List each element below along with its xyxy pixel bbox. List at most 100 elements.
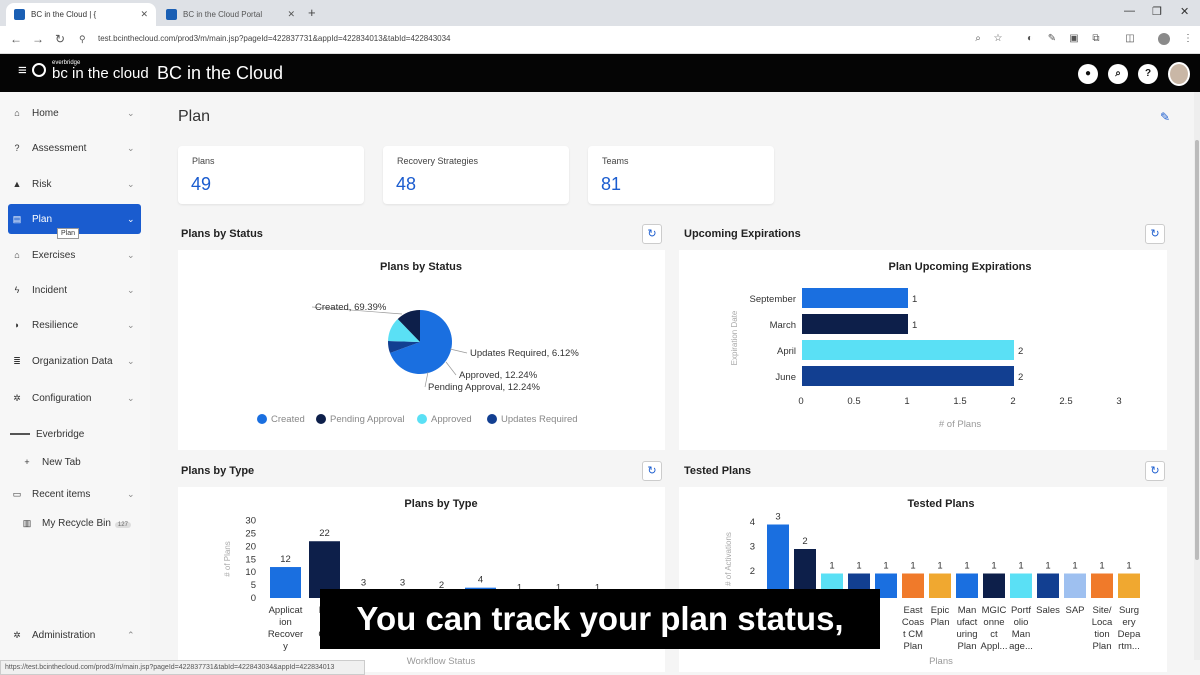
legend-marker xyxy=(417,414,427,424)
forward-arrow-icon[interactable]: → xyxy=(32,32,44,46)
puzzle-icon[interactable]: ⧉ xyxy=(1090,33,1102,45)
category-label: September xyxy=(750,294,796,305)
section-title-plans-by-type: Plans by Type xyxy=(181,465,255,477)
video-caption: You can track your plan status, xyxy=(320,589,880,649)
sidebar-item-organization-data[interactable]: ≣ Organization Data ⌄ xyxy=(8,343,141,379)
close-window-icon[interactable]: ✕ xyxy=(1180,5,1189,18)
expirations-bar-chart: Plan Upcoming Expirations September 1 Marc… xyxy=(730,261,1122,430)
sidebar-item-administration[interactable]: ✲ Administration ⌃ xyxy=(8,620,141,650)
sidebar-item-label: Configuration xyxy=(32,392,92,404)
y-tick-label: 10 xyxy=(245,567,256,578)
user-avatar[interactable] xyxy=(1168,62,1190,86)
refresh-icon[interactable]: ↻ xyxy=(1145,224,1165,244)
bell-icon[interactable]: ● xyxy=(1078,64,1098,84)
wrench-icon[interactable]: ✎ xyxy=(1160,110,1170,124)
extension-icon[interactable]: ◐ xyxy=(1024,33,1036,45)
search-icon[interactable]: ⌕ xyxy=(1108,64,1128,84)
chevron-down-icon: ⌄ xyxy=(127,249,135,260)
category-label: March xyxy=(770,320,796,331)
app-header: ≡ everbridge bc in the cloud BC in the C… xyxy=(0,54,1200,92)
category-label: Appl... xyxy=(981,641,1008,652)
sidebar-item-exercises[interactable]: ⌂ Exercises ⌄ xyxy=(8,240,141,270)
refresh-icon[interactable]: ↻ xyxy=(642,224,662,244)
pen-icon[interactable]: ✎ xyxy=(1046,33,1058,45)
sidebar-item-incident[interactable]: ϟ Incident ⌄ xyxy=(8,275,141,305)
pie-slice-label: Updates Required, 6.12% xyxy=(470,348,579,359)
bar-value-label: 1 xyxy=(1018,561,1023,572)
category-label: olio xyxy=(1014,617,1029,628)
bar-value-label: 2 xyxy=(802,536,807,547)
sidebar-item-label: Assessment xyxy=(32,142,87,154)
bar-value-label: 3 xyxy=(775,512,780,523)
x-tick-label: 1.5 xyxy=(953,396,966,407)
url-text[interactable]: test.bcinthecloud.com/prod3/m/main.jsp?p… xyxy=(98,34,451,43)
bar-value-label: 2 xyxy=(1018,346,1023,357)
browser-tab-portal[interactable]: BC in the Cloud Portal ✕ xyxy=(158,3,303,26)
minimize-icon[interactable]: — xyxy=(1124,5,1135,17)
refresh-icon[interactable]: ↻ xyxy=(642,461,662,481)
sidebar-item-risk[interactable]: ▲ Risk ⌄ xyxy=(8,169,141,199)
zoom-icon[interactable]: ⌕ xyxy=(972,33,984,45)
reload-icon[interactable]: ↻ xyxy=(55,32,65,46)
legend-marker xyxy=(257,414,267,424)
refresh-icon[interactable]: ↻ xyxy=(1145,461,1165,481)
sidebar-item-everbridge[interactable]: Everbridge xyxy=(28,419,128,449)
bar xyxy=(802,366,1014,386)
sidebar-item-recent-items[interactable]: ▭ Recent items ⌄ xyxy=(8,479,141,509)
maximize-icon[interactable]: ❐ xyxy=(1152,5,1162,18)
x-tick-label: 0 xyxy=(798,396,803,407)
sidepanel-icon[interactable]: ◫ xyxy=(1124,33,1136,45)
bookmark-star-icon[interactable]: ☆ xyxy=(992,33,1004,45)
y-tick-label: 30 xyxy=(245,516,256,527)
y-tick-label: 20 xyxy=(245,541,256,552)
y-tick-label: 3 xyxy=(750,542,755,553)
extension-icon[interactable]: ▣ xyxy=(1068,33,1080,45)
recycle-bin-wrapper: My Recycle Bin 127 xyxy=(36,518,141,529)
stat-card-recovery-strategies[interactable]: Recovery Strategies 48 xyxy=(383,146,569,204)
legend-label: Updates Required xyxy=(501,414,578,425)
sidebar-item-assessment[interactable]: ? Assessment ⌄ xyxy=(8,133,141,163)
category-label: rtm... xyxy=(1118,641,1140,652)
section-title-plans-by-status: Plans by Status xyxy=(181,228,263,240)
legend-marker xyxy=(316,414,326,424)
site-info-icon[interactable]: ⚲ xyxy=(79,34,86,45)
scrollbar-thumb[interactable] xyxy=(1195,140,1199,560)
bar xyxy=(1064,573,1086,598)
sidebar-item-label: Risk xyxy=(32,178,52,190)
category-label: tion xyxy=(1094,629,1109,640)
close-icon[interactable]: ✕ xyxy=(287,9,295,20)
bar-value-label: 4 xyxy=(478,575,483,586)
sidebar-item-label: Home xyxy=(32,107,59,119)
bar xyxy=(270,567,301,598)
stat-card-plans[interactable]: Plans 49 xyxy=(178,146,364,204)
pie-chart: Plans by Status Created, 69.39% Updates R… xyxy=(257,261,579,425)
sidebar-item-resilience[interactable]: ◗ Resilience ⌄ xyxy=(8,310,141,340)
sidebar-item-label: Exercises xyxy=(32,249,76,261)
stat-card-teams[interactable]: Teams 81 xyxy=(588,146,774,204)
sidebar-item-home[interactable]: ⌂ Home ⌄ xyxy=(8,98,141,128)
x-tick-label: 1 xyxy=(904,396,909,407)
sidebar-item-configuration[interactable]: ✲ Configuration ⌄ xyxy=(8,383,141,413)
category-label: June xyxy=(775,372,796,383)
category-label: ufact xyxy=(957,617,978,628)
browser-tab-active[interactable]: BC in the Cloud | { ✕ xyxy=(6,3,156,26)
sidebar-item-recycle-bin[interactable]: ▥ My Recycle Bin 127 xyxy=(18,508,141,538)
gear-icon: ✲ xyxy=(13,392,21,403)
back-arrow-icon[interactable]: ← xyxy=(10,32,22,46)
sidebar-item-new-tab[interactable]: + New Tab xyxy=(18,447,128,477)
chevron-up-icon: ⌃ xyxy=(127,629,135,640)
category-label: Coas xyxy=(902,617,924,628)
sidebar-item-label: Organization Data xyxy=(32,355,113,367)
category-label: Portf xyxy=(1011,605,1031,616)
profile-avatar-icon[interactable] xyxy=(1158,33,1170,45)
warning-icon: ▲ xyxy=(12,179,22,189)
sidebar-item-label: Resilience xyxy=(32,319,79,331)
help-icon[interactable]: ? xyxy=(1138,64,1158,84)
x-tick-label: 3 xyxy=(1116,396,1121,407)
browser-tab-bar: BC in the Cloud | { ✕ BC in the Cloud Po… xyxy=(0,0,1200,26)
close-icon[interactable]: ✕ xyxy=(140,9,148,20)
hamburger-menu-icon[interactable]: ≡ xyxy=(18,62,27,79)
bar-value-label: 22 xyxy=(319,528,330,539)
menu-kebab-icon[interactable]: ⋮ xyxy=(1182,33,1194,45)
new-tab-plus-icon[interactable]: + xyxy=(308,5,316,20)
